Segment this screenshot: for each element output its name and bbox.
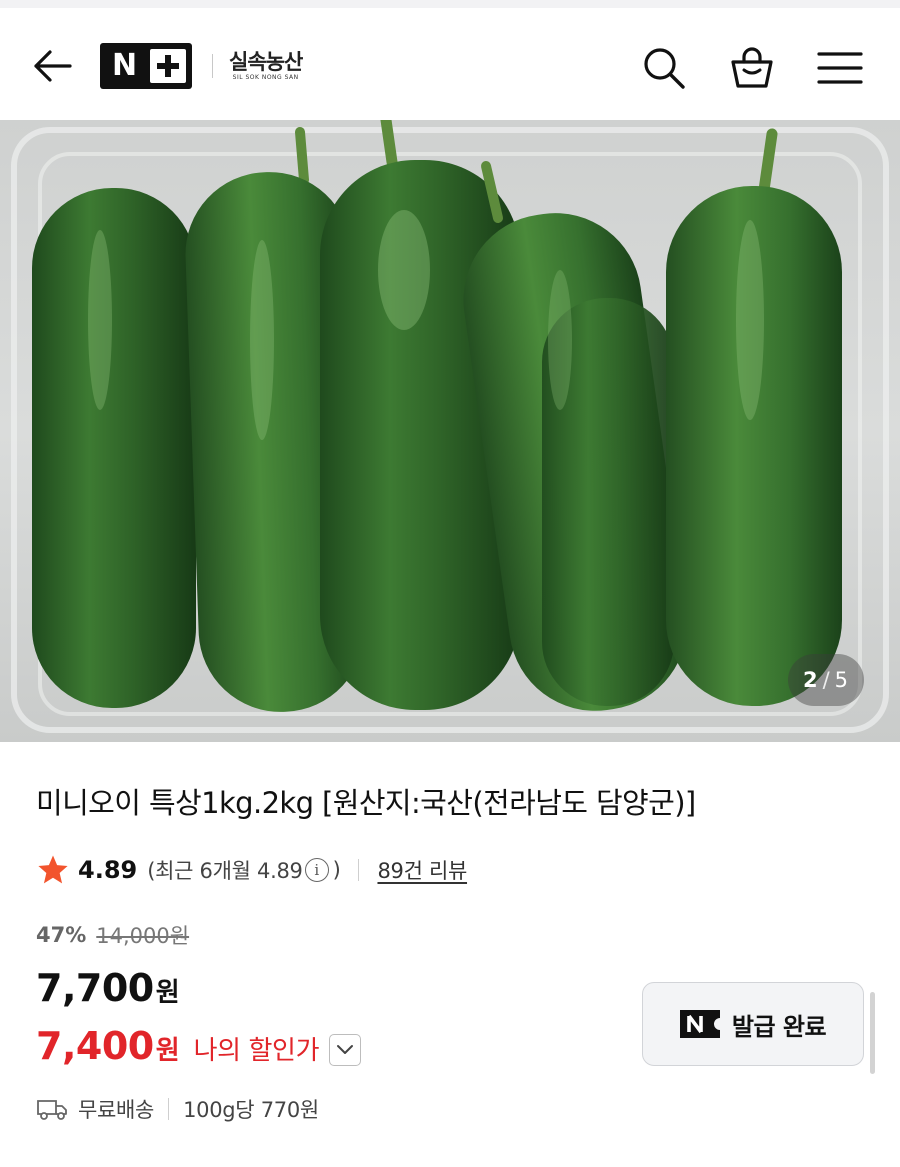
brand-name: 실속농산 bbox=[229, 50, 303, 74]
gallery-current-page: 2 bbox=[802, 668, 819, 692]
my-discount-price: 7,400 bbox=[36, 1024, 154, 1068]
scrollbar[interactable] bbox=[870, 992, 875, 1074]
search-icon bbox=[644, 48, 685, 89]
product-photo bbox=[0, 120, 900, 742]
info-icon[interactable]: i bbox=[304, 858, 329, 882]
shopping-bag-icon bbox=[731, 47, 773, 88]
chevron-down-icon bbox=[337, 1045, 354, 1054]
nplus-logo-letter: N bbox=[112, 48, 138, 83]
recent-rating-close: ) bbox=[332, 858, 341, 882]
discount-rate: 47% bbox=[36, 923, 87, 947]
unit-price: 100g당 770원 bbox=[183, 1098, 319, 1122]
original-price: 14,000원 bbox=[96, 924, 190, 948]
divider bbox=[358, 859, 360, 881]
truck-icon bbox=[37, 1100, 67, 1120]
divider bbox=[168, 1098, 170, 1120]
rating-row: 4.89 (최근 6개월 4.89 i ) 89건 리뷰 bbox=[36, 850, 467, 890]
naver-n-icon bbox=[679, 1010, 720, 1038]
my-discount-label: 나의 할인가 bbox=[193, 1036, 320, 1066]
brand: 실속농산 SIL SOK NONG SAN bbox=[229, 50, 303, 82]
sale-price: 7,700 bbox=[36, 966, 154, 1010]
plus-icon bbox=[150, 49, 186, 83]
search-button[interactable] bbox=[636, 40, 692, 96]
nplus-logo: N bbox=[100, 43, 192, 89]
recent-rating-text: (최근 6개월 4.89 bbox=[147, 859, 303, 883]
recent-rating: (최근 6개월 4.89 i ) bbox=[147, 855, 341, 885]
shipping-row: 무료배송 100g당 770원 bbox=[36, 1094, 319, 1124]
shipping-text: 무료배송 bbox=[78, 1098, 155, 1122]
price-row: 7,700 원 bbox=[36, 966, 180, 1010]
my-discount-price-row: 7,400 원 나의 할인가 bbox=[36, 1024, 362, 1068]
product-image-gallery[interactable] bbox=[0, 120, 900, 742]
product-info: 미니오이 특상1kg.2kg [원산지:국산(전라남도 담양군)] 4.89 (… bbox=[0, 742, 900, 1167]
menu-button[interactable] bbox=[812, 40, 868, 96]
back-button[interactable] bbox=[26, 40, 78, 92]
original-price-row: 47% 14,000원 bbox=[36, 920, 189, 950]
star-icon bbox=[38, 855, 68, 884]
my-discount-currency: 원 bbox=[155, 1036, 180, 1066]
brand-subtitle: SIL SOK NONG SAN bbox=[232, 74, 299, 81]
logo-divider bbox=[212, 54, 213, 78]
coupon-label: 발급 완료 bbox=[731, 1012, 827, 1041]
coupon-issued-button[interactable]: 발급 완료 bbox=[642, 982, 864, 1066]
hamburger-menu-icon bbox=[817, 52, 863, 84]
gallery-page-separator: / bbox=[822, 668, 831, 692]
rating-value: 4.89 bbox=[78, 856, 138, 884]
store-logo[interactable]: N 실속농산 SIL SOK NONG SAN bbox=[100, 42, 303, 90]
gallery-total-pages: 5 bbox=[834, 668, 850, 692]
product-title: 미니오이 특상1kg.2kg [원산지:국산(전라남도 담양군)] bbox=[36, 786, 696, 820]
gallery-page-counter: 2 / 5 bbox=[788, 654, 864, 706]
my-price-expand-button[interactable] bbox=[329, 1034, 362, 1066]
sale-price-currency: 원 bbox=[155, 978, 180, 1008]
reviews-link[interactable]: 89건 리뷰 bbox=[377, 855, 467, 885]
status-bar bbox=[0, 0, 900, 8]
back-arrow-icon bbox=[34, 50, 72, 82]
cart-button[interactable] bbox=[724, 40, 780, 96]
header: N 실속농산 SIL SOK NONG SAN bbox=[0, 8, 900, 120]
